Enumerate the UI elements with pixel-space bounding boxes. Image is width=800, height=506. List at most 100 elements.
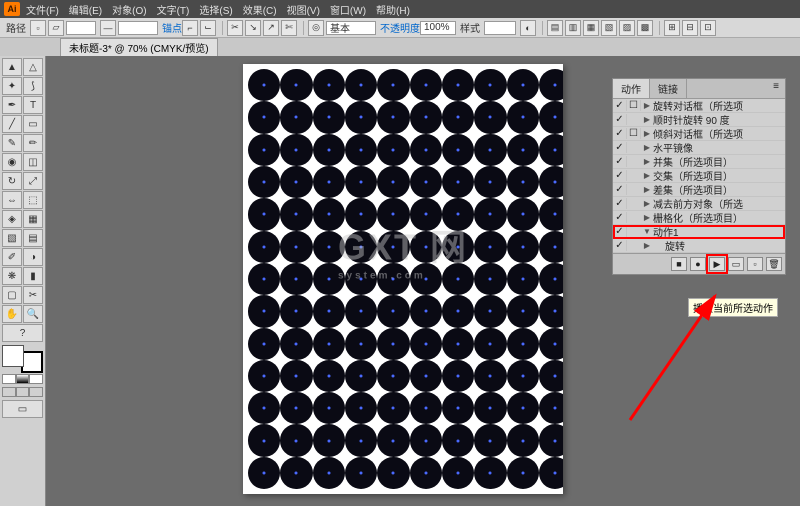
circle-object[interactable]	[345, 198, 377, 230]
circle-object[interactable]	[377, 101, 409, 133]
circle-object[interactable]	[377, 134, 409, 166]
dist-v-icon[interactable]: ⊟	[682, 20, 698, 36]
anchor-convert-1[interactable]: ⌐	[182, 20, 198, 36]
circle-object[interactable]	[507, 328, 539, 360]
circle-object[interactable]	[410, 295, 442, 327]
anchor-cut[interactable]: ✄	[281, 20, 297, 36]
circle-object[interactable]	[248, 360, 280, 392]
opacity-field[interactable]: 100%	[420, 21, 456, 35]
circle-object[interactable]	[410, 328, 442, 360]
circle-object[interactable]	[248, 231, 280, 263]
circle-object[interactable]	[539, 424, 563, 456]
align-r-icon[interactable]: ▦	[583, 20, 599, 36]
circle-object[interactable]	[474, 457, 506, 489]
menu-view[interactable]: 视图(V)	[287, 2, 320, 17]
circle-object[interactable]	[280, 263, 312, 295]
color-mode-gradient[interactable]	[16, 374, 30, 384]
circle-object[interactable]	[507, 231, 539, 263]
circle-object[interactable]	[313, 166, 345, 198]
disclosure-icon[interactable]: ▶	[641, 157, 653, 166]
circle-object[interactable]	[345, 166, 377, 198]
circle-object[interactable]	[345, 263, 377, 295]
circle-object[interactable]	[539, 295, 563, 327]
anchor-handle-2[interactable]: ↗	[263, 20, 279, 36]
circle-object[interactable]	[377, 457, 409, 489]
circle-object[interactable]	[313, 328, 345, 360]
align-b-icon[interactable]: ▩	[637, 20, 653, 36]
circle-object[interactable]	[474, 295, 506, 327]
circle-object[interactable]	[280, 392, 312, 424]
circle-object[interactable]	[280, 360, 312, 392]
circle-object[interactable]	[377, 198, 409, 230]
menu-effect[interactable]: 效果(C)	[243, 2, 277, 17]
circle-object[interactable]	[539, 134, 563, 166]
circle-object[interactable]	[410, 134, 442, 166]
eyedropper-tool[interactable]: ✐	[2, 248, 22, 266]
blend-tool[interactable]: ◑	[23, 248, 43, 266]
circle-object[interactable]	[377, 392, 409, 424]
circle-object[interactable]	[539, 457, 563, 489]
action-row[interactable]: ✓▶并集（所选项目）	[613, 155, 785, 169]
tab-links[interactable]: 链接	[650, 79, 687, 98]
action-row[interactable]: ✓☐▶旋转对话框（所选项	[613, 99, 785, 113]
action-toggle-check[interactable]: ✓	[613, 156, 627, 167]
circle-object[interactable]	[345, 295, 377, 327]
action-row[interactable]: ✓☐▶倾斜对话框（所选项	[613, 127, 785, 141]
circle-object[interactable]	[280, 69, 312, 101]
circle-object[interactable]	[313, 231, 345, 263]
anchor-link[interactable]: 锚点	[162, 20, 182, 35]
circle-object[interactable]	[313, 101, 345, 133]
anchor-remove[interactable]: ✂	[227, 20, 243, 36]
draw-inside[interactable]	[29, 387, 43, 397]
disclosure-icon[interactable]: ▼	[641, 227, 653, 236]
fill-swatch[interactable]: ▫	[30, 20, 46, 36]
circle-object[interactable]	[539, 360, 563, 392]
circle-object[interactable]	[442, 392, 474, 424]
record-button[interactable]: ●	[690, 257, 706, 271]
circle-object[interactable]	[507, 392, 539, 424]
action-dialog-box[interactable]: ☐	[627, 128, 641, 139]
new-set-button[interactable]: ▭	[728, 257, 744, 271]
circle-object[interactable]	[410, 198, 442, 230]
circle-object[interactable]	[507, 134, 539, 166]
zoom-tool[interactable]: 🔍	[23, 305, 43, 323]
fill-stroke-swatch[interactable]	[2, 345, 43, 373]
circle-object[interactable]	[410, 69, 442, 101]
circle-object[interactable]	[248, 457, 280, 489]
free-transform-tool[interactable]: ⬚	[23, 191, 43, 209]
circle-object[interactable]	[248, 424, 280, 456]
disclosure-icon[interactable]: ▶	[641, 241, 653, 250]
circle-object[interactable]	[539, 328, 563, 360]
circle-object[interactable]	[345, 101, 377, 133]
circle-object[interactable]	[280, 424, 312, 456]
anchor-convert-2[interactable]: ⌙	[200, 20, 216, 36]
action-toggle-check[interactable]: ✓	[613, 198, 627, 209]
disclosure-icon[interactable]: ▶	[641, 171, 653, 180]
stroke-swatch[interactable]: ▱	[48, 20, 64, 36]
circle-object[interactable]	[248, 295, 280, 327]
align-l-icon[interactable]: ▤	[547, 20, 563, 36]
disclosure-icon[interactable]: ▶	[641, 129, 653, 138]
circle-object[interactable]	[474, 360, 506, 392]
color-mode-normal[interactable]	[2, 374, 16, 384]
circle-object[interactable]	[442, 424, 474, 456]
scale-tool[interactable]: ⤢	[23, 172, 43, 190]
circle-object[interactable]	[280, 457, 312, 489]
circle-object[interactable]	[313, 69, 345, 101]
opacity-link[interactable]: 不透明度	[380, 20, 420, 35]
circle-object[interactable]	[280, 166, 312, 198]
stroke-color[interactable]	[21, 351, 43, 373]
circle-object[interactable]	[474, 69, 506, 101]
circle-object[interactable]	[248, 263, 280, 295]
circle-object[interactable]	[539, 263, 563, 295]
action-row[interactable]: ✓▶顺时针旋转 90 度	[613, 113, 785, 127]
stroke-weight-field[interactable]	[66, 21, 96, 35]
circle-object[interactable]	[248, 134, 280, 166]
screen-mode-button[interactable]: ▭	[2, 400, 43, 418]
style-field[interactable]	[484, 21, 516, 35]
circle-object[interactable]	[507, 69, 539, 101]
circle-object[interactable]	[410, 101, 442, 133]
stroke-profile-field[interactable]	[118, 21, 158, 35]
circle-object[interactable]	[507, 424, 539, 456]
circle-object[interactable]	[474, 231, 506, 263]
